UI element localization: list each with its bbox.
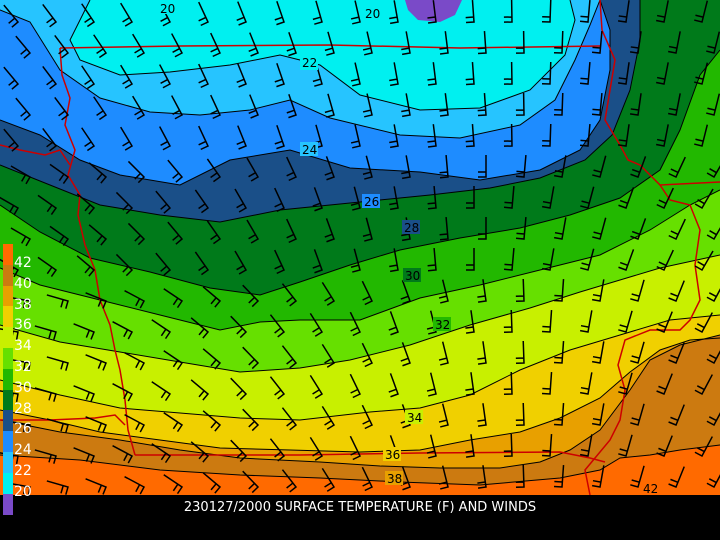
map-caption: 230127/2000 SURFACE TEMPERATURE (F) AND … <box>183 500 537 515</box>
contour-label: 36 <box>385 448 400 462</box>
legend-label: 32 <box>14 359 32 375</box>
legend-swatch <box>3 327 13 349</box>
legend-label: 40 <box>14 275 32 292</box>
legend-swatch <box>3 244 13 266</box>
legend-label: 20 <box>14 483 32 500</box>
legend-label: 22 <box>14 463 32 479</box>
legend-label: 28 <box>14 400 32 417</box>
contour-label: 34 <box>407 411 422 425</box>
contour-label: 20 <box>160 2 175 16</box>
contour-label: 28 <box>404 221 419 235</box>
legend-swatch <box>3 472 13 495</box>
contour-label: 24 <box>302 143 317 157</box>
legend-swatch <box>3 410 13 432</box>
legend-swatch <box>3 368 13 391</box>
legend-label: 34 <box>14 338 32 355</box>
legend-swatch <box>3 285 13 307</box>
legend-swatch <box>3 452 13 474</box>
legend-swatch <box>3 348 13 370</box>
contour-label: 42 <box>643 482 658 495</box>
legend-label: 24 <box>14 442 32 459</box>
contour-label: 26 <box>364 195 379 209</box>
contour-label: 32 <box>435 318 450 332</box>
legend-label: 36 <box>14 317 32 334</box>
legend-swatch <box>3 306 13 328</box>
legend-swatch <box>3 389 13 411</box>
legend-label: 26 <box>14 421 32 438</box>
contour-label: 20 <box>365 7 380 21</box>
legend-swatch <box>3 431 13 453</box>
contour-label: 22 <box>302 56 317 70</box>
contour-label: 38 <box>387 472 402 486</box>
temperature-map: 20 20 22 24 26 28 30 32 34 36 38 42 <box>0 0 720 495</box>
legend-swatch <box>3 264 13 287</box>
contour-label: 30 <box>405 269 420 283</box>
legend-label: 38 <box>14 296 32 313</box>
legend-label: 42 <box>14 255 32 271</box>
legend-label: 30 <box>14 379 32 396</box>
